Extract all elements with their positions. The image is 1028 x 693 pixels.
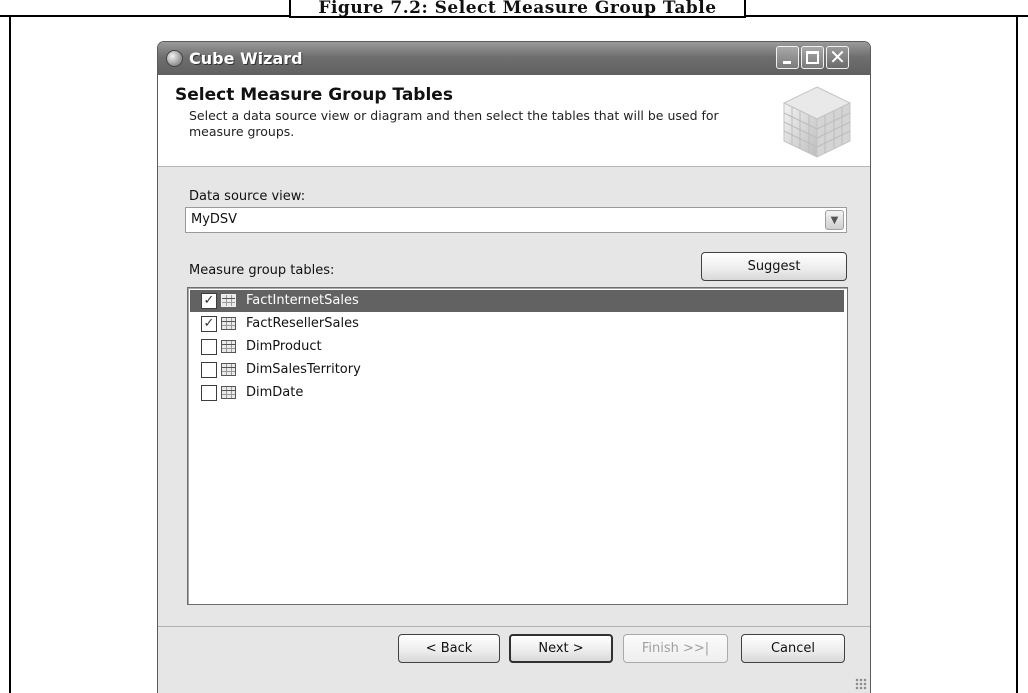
- table-name: FactResellerSales: [246, 316, 359, 331]
- list-item[interactable]: ✓ FactInternetSales: [190, 290, 844, 312]
- figure-caption-box: Figure 7.2: Select Measure Group Table: [289, 0, 746, 18]
- table-checkbox[interactable]: [201, 385, 217, 401]
- table-name: DimProduct: [246, 339, 322, 354]
- figure-caption: Figure 7.2: Select Measure Group Table: [318, 0, 717, 18]
- back-button[interactable]: < Back: [398, 634, 500, 663]
- table-icon: [221, 317, 236, 330]
- figure-frame-top-left: [0, 15, 290, 17]
- list-item[interactable]: DimDate: [190, 382, 844, 404]
- table-name: DimDate: [246, 385, 304, 400]
- resize-grip-icon[interactable]: [855, 678, 867, 690]
- maximize-button[interactable]: [801, 46, 824, 69]
- data-source-view-select[interactable]: MyDSV ▼: [185, 207, 847, 233]
- table-checkbox[interactable]: [201, 339, 217, 355]
- table-name: FactInternetSales: [246, 293, 359, 308]
- suggest-button[interactable]: Suggest: [701, 252, 847, 281]
- close-icon: ✕: [829, 45, 846, 69]
- list-item[interactable]: DimSalesTerritory: [190, 359, 844, 381]
- figure-frame-right: [1016, 15, 1018, 693]
- minimize-button[interactable]: [776, 46, 799, 69]
- measure-group-tables-label: Measure group tables:: [189, 263, 335, 278]
- cube-wizard-window: Cube Wizard ✕ Select Measure Group Table…: [157, 41, 871, 693]
- minimize-icon: [783, 61, 791, 64]
- figure-frame-left: [9, 15, 11, 693]
- measure-group-tables-list[interactable]: ✓ FactInternetSales ✓ FactResellerSales …: [187, 287, 848, 605]
- list-item[interactable]: ✓ FactResellerSales: [190, 313, 844, 335]
- table-icon: [221, 294, 236, 307]
- page-description: Select a data source view or diagram and…: [189, 108, 719, 139]
- next-button[interactable]: Next >: [509, 634, 613, 663]
- table-name: DimSalesTerritory: [246, 362, 361, 377]
- cube-banner-icon: [782, 86, 852, 158]
- chevron-down-icon[interactable]: ▼: [825, 210, 844, 230]
- table-checkbox[interactable]: [201, 362, 217, 378]
- table-icon: [221, 363, 236, 376]
- table-icon: [221, 386, 236, 399]
- maximize-icon: [806, 51, 819, 64]
- table-icon: [221, 340, 236, 353]
- wizard-header: Select Measure Group Tables Select a dat…: [158, 75, 870, 167]
- cancel-button[interactable]: Cancel: [741, 634, 845, 663]
- close-button[interactable]: ✕: [826, 46, 849, 69]
- finish-button: Finish >>|: [623, 634, 728, 663]
- table-checkbox[interactable]: ✓: [201, 293, 217, 309]
- table-checkbox[interactable]: ✓: [201, 316, 217, 332]
- cube-app-icon: [166, 50, 183, 67]
- data-source-view-label: Data source view:: [189, 189, 306, 204]
- figure-frame-top-right: [745, 15, 1028, 17]
- data-source-view-value: MyDSV: [191, 212, 238, 227]
- list-item[interactable]: DimProduct: [190, 336, 844, 358]
- footer-divider: [158, 626, 870, 627]
- title-bar[interactable]: Cube Wizard ✕: [158, 42, 870, 75]
- page-title: Select Measure Group Tables: [175, 85, 453, 105]
- window-title: Cube Wizard: [189, 49, 303, 68]
